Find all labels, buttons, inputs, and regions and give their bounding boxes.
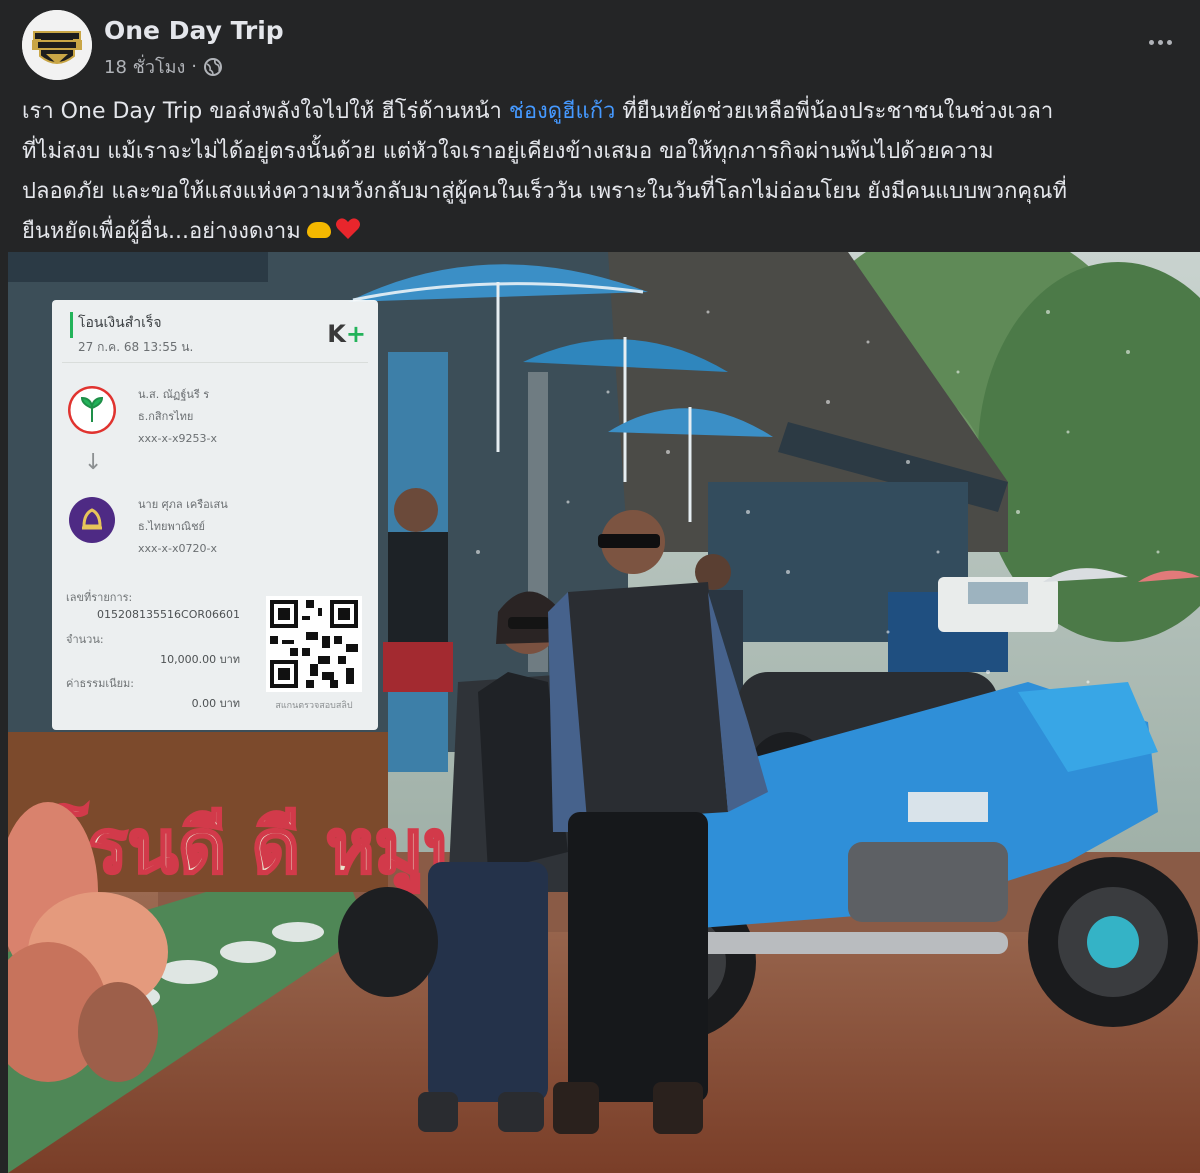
ref-label: เลขที่รายการ: (66, 591, 133, 604)
amount-value: 10,000.00 บาท (160, 653, 240, 666)
page-avatar[interactable] (22, 10, 92, 80)
post-header: One Day Trip 18 ชั่วโมง · (22, 8, 1182, 84)
post-text: เรา One Day Trip ขอส่งพลังใจไปให้ ฮีโร่ด… (22, 92, 1182, 252)
fee-label: ค่าธรรมเนียม: (66, 677, 134, 690)
slip-datetime: 27 ก.ค. 68 13:55 น. (78, 340, 194, 354)
receiver-name: นาย ศุภล เครือเสน (138, 498, 228, 511)
post-text-line-1: เรา One Day Trip ขอส่งพลังใจไปให้ ฮีโร่ด… (22, 92, 1182, 132)
sender-info: น.ส. ณัฏฐ์นรี ร ธ.กสิกรไทย xxx-x-x9253-x (138, 384, 217, 450)
globe-icon (203, 57, 223, 77)
handshake-emoji-icon (306, 222, 331, 238)
amount-label: จำนวน: (66, 633, 104, 646)
receiver-bank: ธ.ไทยพาณิชย์ (138, 520, 205, 533)
facebook-post: One Day Trip 18 ชั่วโมง · เรา One Day Tr… (0, 0, 1200, 1173)
receiver-info: นาย ศุภล เครือเสน ธ.ไทยพาณิชย์ xxx-x-x07… (138, 494, 228, 560)
kplus-brand: K (327, 320, 346, 348)
red-heart-emoji-icon (335, 218, 360, 239)
kasikorn-bank-logo-icon (68, 386, 116, 434)
text-segment: ที่ยืนหยัดช่วยเหลือพี่น้องประชาชนในช่วงเ… (615, 99, 1054, 124)
slip-title: โอนเงินสำเร็จ (78, 315, 162, 331)
sender-bank: ธ.กสิกรไทย (138, 410, 194, 423)
meta-separator: · (191, 56, 198, 77)
hashtag-link[interactable]: ช่องดูฮีแก้ว (509, 99, 615, 124)
post-text-line-3: ปลอดภัย และขอให้แสงแห่งความหวังกลับมาสู่… (22, 179, 1068, 204)
post-text-line-4: ยืนหยัดเพื่อผู้อื่น...อย่างงดงาม (22, 212, 1182, 252)
harley-shield-logo (22, 10, 92, 80)
slip-divider (62, 362, 368, 363)
sender-name: น.ส. ณัฏฐ์นรี ร (138, 388, 210, 401)
transfer-slip: โอนเงินสำเร็จ 27 ก.ค. 68 13:55 น. K+ น.ส… (52, 300, 378, 730)
kplus-plus: + (345, 320, 366, 348)
scb-bank-logo-icon (69, 497, 115, 543)
arrow-down-icon: ↓ (84, 450, 103, 475)
slip-accent-bar (70, 312, 73, 338)
qr-caption: สแกนตรวจสอบสลิป (275, 701, 353, 711)
text-segment: เรา One Day Trip ขอส่งพลังใจไปให้ ฮีโร่ด… (22, 99, 509, 124)
receiver-account: xxx-x-x0720-x (138, 542, 217, 555)
sender-account: xxx-x-x9253-x (138, 432, 217, 445)
qr-code-icon (266, 596, 362, 692)
post-time[interactable]: 18 ชั่วโมง (104, 52, 185, 81)
more-options-icon[interactable] (1140, 22, 1180, 62)
text-segment: ยืนหยัดเพื่อผู้อื่น...อย่างงดงาม (22, 219, 301, 244)
post-text-line-2: ที่ไม่สงบ แม้เราจะไม่ได้อยู่ตรงนั้นด้วย … (22, 139, 994, 164)
kplus-logo: K+ (327, 320, 366, 348)
ref-value: 015208135516COR06601 (97, 608, 240, 621)
fee-value: 0.00 บาท (191, 697, 240, 710)
page-name[interactable]: One Day Trip (104, 16, 284, 45)
post-meta: 18 ชั่วโมง · (104, 52, 223, 81)
